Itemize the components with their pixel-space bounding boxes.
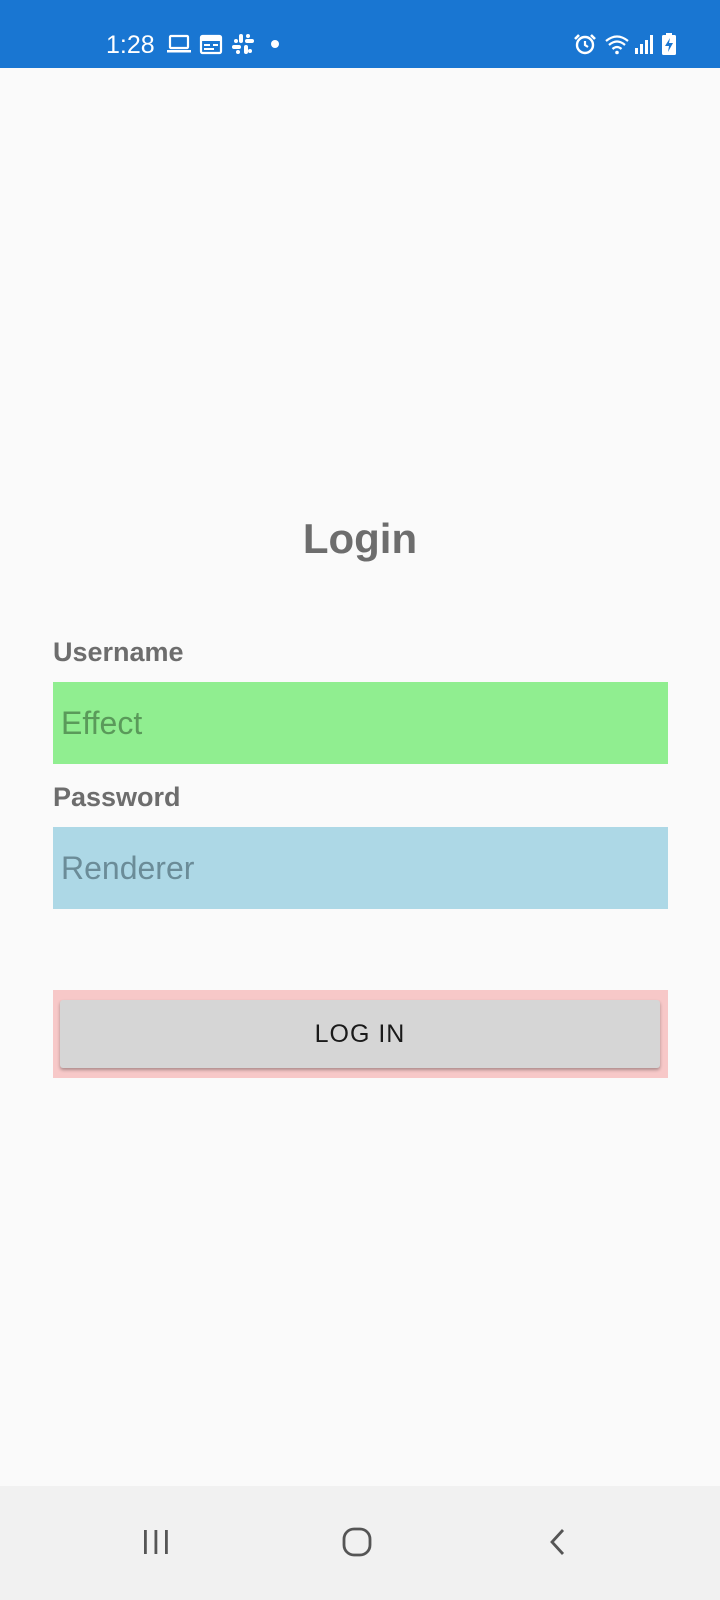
back-icon[interactable] (528, 1512, 588, 1572)
notification-dot-icon (262, 32, 288, 56)
calendar-icon (198, 32, 224, 56)
status-bar: 1:28 (0, 0, 720, 68)
signal-icon (634, 32, 654, 56)
battery-charging-icon (660, 32, 678, 56)
username-label: Username (53, 637, 184, 667)
wifi-icon (604, 32, 630, 56)
status-time: 1:28 (106, 31, 155, 59)
home-icon[interactable] (327, 1512, 387, 1572)
laptop-icon (166, 32, 192, 56)
password-input[interactable] (53, 827, 668, 909)
page-title: Login (302, 515, 418, 562)
alarm-icon (572, 32, 598, 56)
navigation-bar (0, 1486, 720, 1600)
password-label: Password (53, 782, 181, 812)
slack-icon (230, 32, 256, 56)
username-input[interactable] (53, 682, 668, 764)
login-page: Login Username Password LOG IN (0, 68, 720, 1486)
recents-icon[interactable] (126, 1512, 186, 1572)
login-button[interactable]: LOG IN (60, 1000, 660, 1068)
login-button-frame: LOG IN (53, 990, 668, 1078)
